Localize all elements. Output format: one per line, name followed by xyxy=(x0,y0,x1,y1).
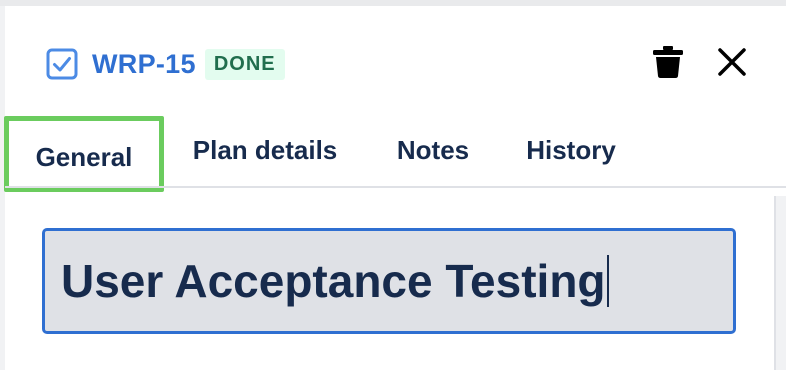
tab-bar: General Plan details Notes History xyxy=(0,112,786,192)
scrollbar[interactable] xyxy=(774,196,786,370)
tab-plan-details-label: Plan details xyxy=(192,134,338,165)
status-badge: DONE xyxy=(204,48,285,80)
tab-history[interactable]: History xyxy=(512,112,630,188)
tab-history-label: History xyxy=(526,134,616,165)
close-button[interactable] xyxy=(712,44,752,84)
summary-input-value: User Acceptance Testing xyxy=(61,255,606,307)
tab-plan-details[interactable]: Plan details xyxy=(178,112,352,188)
issue-panel: WRP-15 DONE General Plan details Notes H… xyxy=(0,0,786,370)
issue-key-link[interactable]: WRP-15 xyxy=(92,49,196,80)
panel-top-border xyxy=(0,0,786,6)
tab-notes[interactable]: Notes xyxy=(384,112,482,188)
tab-general[interactable]: General xyxy=(4,116,164,192)
trash-icon xyxy=(652,45,684,84)
text-cursor xyxy=(606,255,609,307)
close-icon xyxy=(717,47,747,82)
summary-input[interactable]: User Acceptance Testing xyxy=(42,228,736,334)
tab-divider xyxy=(5,186,786,188)
issue-header: WRP-15 DONE xyxy=(46,46,285,82)
delete-button[interactable] xyxy=(648,44,688,84)
tab-general-label: General xyxy=(35,141,133,172)
checkbox-icon xyxy=(46,48,78,80)
tab-notes-label: Notes xyxy=(396,134,470,165)
